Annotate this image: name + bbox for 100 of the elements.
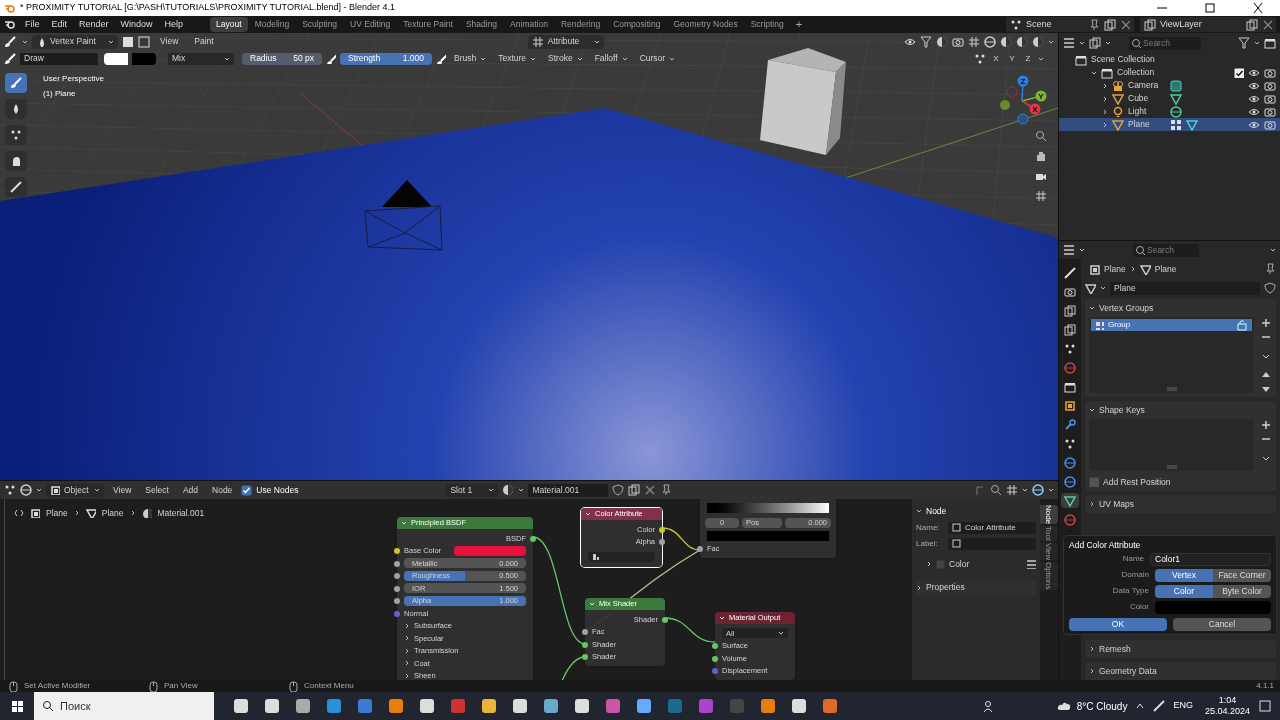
list-item[interactable]: Group bbox=[1091, 319, 1252, 331]
tree-item-label: Cube bbox=[1128, 92, 1150, 105]
sidebar-tab[interactable]: Tool bbox=[1040, 526, 1058, 541]
radius-field[interactable]: Radius 50 px bbox=[242, 52, 322, 65]
language-indicator[interactable]: ENG bbox=[1173, 699, 1193, 713]
popover-menu[interactable]: Falloff bbox=[590, 52, 632, 65]
toggle-option[interactable]: Color bbox=[1155, 584, 1213, 598]
panel-toggle[interactable]: Remesh bbox=[1099, 642, 1131, 656]
tree-row[interactable]: Camera bbox=[1059, 79, 1280, 92]
axis-toggle[interactable]: Y bbox=[1006, 52, 1018, 65]
3d-viewport[interactable]: Vertex Paint View Paint Attribute Draw Mix Radius 50 px Strength 1.000 Brush Texture Stroke Falloff Cursor X Y Z User Perspective (1) Plane Z Y X bbox=[0, 33, 1058, 480]
panel-toggle[interactable]: Shape Keys bbox=[1099, 403, 1145, 417]
field-label: Label: bbox=[916, 537, 939, 550]
blend-dropdown[interactable]: Mix bbox=[168, 52, 234, 65]
menu-item[interactable]: Edit bbox=[46, 17, 73, 32]
menu-item[interactable]: Window bbox=[115, 17, 158, 32]
toggle-option[interactable]: Byte Color bbox=[1213, 584, 1271, 598]
workspace-tab[interactable]: Rendering bbox=[554, 17, 607, 32]
workspace-tab[interactable]: UV Editing bbox=[344, 17, 397, 32]
slot-dropdown[interactable]: Slot 1 bbox=[446, 483, 499, 497]
breadcrumb-item[interactable]: Material.001 bbox=[157, 507, 205, 520]
breadcrumb-item[interactable]: Plane bbox=[1104, 262, 1126, 276]
menu-item[interactable]: View bbox=[154, 35, 185, 48]
view-layer-selector[interactable]: ViewLayer bbox=[1140, 17, 1276, 32]
workspace-tab[interactable]: Layout bbox=[210, 17, 248, 32]
popover-menu[interactable]: Texture bbox=[494, 52, 541, 65]
breadcrumb-item[interactable]: Plane bbox=[1154, 262, 1177, 276]
toggle-option[interactable]: Face Corner bbox=[1213, 568, 1271, 582]
field-value: Color Attribute bbox=[965, 521, 1016, 534]
tree-item[interactable]: Scene Collection bbox=[1091, 53, 1155, 66]
tree-row[interactable]: Light bbox=[1059, 105, 1280, 118]
object-dropdown[interactable]: Object bbox=[46, 483, 104, 497]
mesh-name: Plane bbox=[1114, 281, 1136, 295]
workspace-tab[interactable]: Animation bbox=[504, 17, 554, 32]
breadcrumb-item[interactable]: Plane bbox=[46, 507, 68, 520]
toggle-option[interactable]: Vertex bbox=[1155, 568, 1213, 582]
scene-selector[interactable]: Scene bbox=[1006, 17, 1134, 32]
checkbox-label: Add Rest Position bbox=[1103, 475, 1171, 489]
workspace-tab[interactable]: Geometry Nodes bbox=[667, 17, 744, 32]
list-item-label: Group bbox=[1108, 319, 1132, 331]
mode-dropdown[interactable]: Vertex Paint bbox=[32, 34, 118, 49]
tree-row[interactable]: Plane bbox=[1059, 118, 1280, 131]
clock-date[interactable]: 25.04.2024 bbox=[1204, 706, 1250, 717]
strength-value: 1.000 bbox=[402, 52, 424, 65]
axis-handle[interactable]: Z bbox=[1017, 75, 1029, 102]
menu-item[interactable]: View bbox=[108, 483, 137, 497]
brush-field[interactable]: Draw bbox=[20, 52, 98, 65]
cancel-button[interactable]: Cancel bbox=[1173, 618, 1271, 631]
tree-row[interactable]: Cube bbox=[1059, 92, 1280, 105]
menu-item[interactable]: Help bbox=[159, 17, 189, 32]
material-field[interactable]: Material.001 bbox=[528, 483, 609, 497]
search-field[interactable]: Search bbox=[1133, 243, 1199, 257]
workspace-tab[interactable]: Sculpting bbox=[296, 17, 344, 32]
menu-item[interactable]: Select bbox=[140, 483, 174, 497]
weather-text: 8°C Cloudy bbox=[1076, 699, 1128, 714]
panel-toggle[interactable]: UV Maps bbox=[1099, 497, 1134, 511]
menu-item[interactable]: Node bbox=[207, 483, 238, 497]
clock-time[interactable]: 1:04 bbox=[1218, 695, 1237, 706]
panel-toggle[interactable]: Vertex Groups bbox=[1099, 301, 1154, 315]
workspace-tab[interactable]: Texture Paint bbox=[397, 17, 459, 32]
menu-item[interactable]: Render bbox=[74, 17, 114, 32]
subpanel-toggle[interactable]: Color bbox=[949, 557, 1022, 571]
list-box[interactable]: Group bbox=[1089, 317, 1254, 393]
scene-name: Scene bbox=[1026, 17, 1053, 31]
status-hint: Context Menu bbox=[304, 680, 354, 692]
sidebar-tab[interactable]: View bbox=[1040, 542, 1058, 560]
workspace-tab[interactable]: Shading bbox=[459, 17, 504, 32]
search-field[interactable]: Search bbox=[1129, 36, 1201, 50]
attribute-dropdown[interactable]: Attribute bbox=[527, 34, 604, 49]
axis-handle[interactable]: Y bbox=[1021, 90, 1047, 102]
menu-item[interactable]: Add bbox=[177, 483, 204, 497]
material-name: Material.001 bbox=[532, 483, 580, 497]
ok-button[interactable]: OK bbox=[1069, 618, 1167, 631]
dialog-title: Add Color Attribute bbox=[1069, 539, 1142, 550]
tree-item-label: Camera bbox=[1128, 79, 1160, 92]
add-workspace-button[interactable]: + bbox=[790, 16, 808, 33]
workspace-tab[interactable]: Modeling bbox=[248, 17, 296, 32]
sidebar-tab[interactable]: Node bbox=[1040, 505, 1058, 525]
menu-item[interactable]: Paint bbox=[188, 35, 220, 48]
tree-item-label: Light bbox=[1128, 105, 1148, 118]
workspace-tab[interactable]: Scripting bbox=[744, 17, 790, 32]
popover-menu[interactable]: Brush bbox=[450, 52, 491, 65]
status-hint: Set Active Modifier bbox=[24, 680, 91, 692]
tree-item[interactable]: Collection bbox=[1117, 66, 1230, 79]
workspace-tab[interactable]: Compositing bbox=[607, 17, 667, 32]
popover-menu[interactable]: Stroke bbox=[544, 52, 587, 65]
mesh-name-field[interactable]: Plane bbox=[1110, 281, 1260, 295]
popover-menu[interactable]: Cursor bbox=[635, 52, 680, 65]
menu-item[interactable]: File bbox=[20, 17, 45, 32]
field-label: Domain bbox=[1120, 569, 1149, 581]
sidebar-tab[interactable]: Options bbox=[1040, 562, 1058, 590]
name-field[interactable]: Color Attribute bbox=[948, 521, 1036, 534]
name-field[interactable]: Color1 bbox=[1150, 552, 1271, 566]
taskbar-search-field[interactable]: Поиск bbox=[34, 692, 214, 720]
field-label: Data Type bbox=[1111, 585, 1149, 597]
window-title: * PROXIMITY TUTORIAL [G:\PASH\TUTORIALS\PROXIMITY TUTORIAL.blend] - Blender 4.1 bbox=[20, 1, 396, 15]
breadcrumb-item[interactable]: Plane bbox=[101, 507, 124, 520]
panel-toggle[interactable]: Geometry Data bbox=[1099, 664, 1157, 678]
strength-slider[interactable]: Strength 1.000 bbox=[340, 52, 432, 65]
axis-handle[interactable]: X bbox=[1021, 100, 1041, 115]
